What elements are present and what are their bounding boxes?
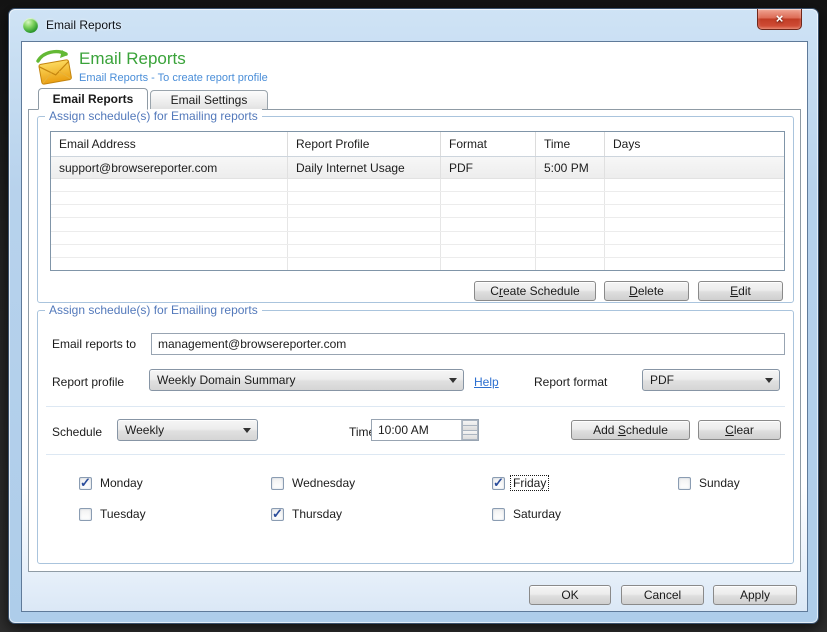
checkbox-icon: ✓ (79, 508, 92, 521)
empty-table-row (51, 245, 784, 258)
checkbox-tuesday[interactable]: ✓ Tuesday (79, 507, 148, 521)
delete-button[interactable]: Delete (604, 281, 689, 301)
col-format[interactable]: Format (441, 132, 536, 156)
tab-email-settings[interactable]: Email Settings (150, 90, 268, 110)
tab-email-reports[interactable]: Email Reports (38, 88, 148, 110)
cell-format: PDF (441, 157, 536, 178)
spinner-buttons[interactable] (461, 420, 478, 440)
email-reports-to-label: Email reports to (52, 337, 136, 351)
schedule-dropdown[interactable]: Weekly (117, 419, 258, 441)
schedule-label: Schedule (52, 425, 102, 439)
report-profile-dropdown[interactable]: Weekly Domain Summary (149, 369, 464, 391)
schedules-table[interactable]: Email Address Report Profile Format Time… (50, 131, 785, 271)
apply-button[interactable]: Apply (713, 585, 797, 605)
checkbox-monday[interactable]: ✓ Monday (79, 476, 145, 490)
checkbox-icon: ✓ (79, 477, 92, 490)
dialog-client-area: Email Reports Email Reports - To create … (21, 41, 808, 612)
checkbox-wednesday[interactable]: ✓ Wednesday (271, 476, 357, 490)
report-format-label: Report format (534, 375, 607, 389)
close-icon: × (776, 11, 784, 26)
section-divider (46, 454, 785, 455)
time-spinner[interactable]: 10:00 AM (371, 419, 479, 441)
checkbox-label: Sunday (697, 476, 742, 490)
checkbox-label: Thursday (290, 507, 344, 521)
col-time[interactable]: Time (536, 132, 605, 156)
title-bar[interactable]: Email Reports × (9, 9, 818, 41)
email-reports-icon (35, 49, 75, 85)
schedule-editor-group-title: Assign schedule(s) for Emailing reports (45, 303, 262, 317)
empty-table-row (51, 192, 784, 205)
empty-table-row (51, 232, 784, 245)
email-reports-dialog: Email Reports × E (8, 8, 819, 624)
desktop-background: Email Reports × E (0, 0, 827, 632)
table-row[interactable]: support@browsereporter.com Daily Interne… (51, 157, 784, 179)
report-profile-value: Weekly Domain Summary (150, 373, 443, 387)
close-button[interactable]: × (757, 9, 802, 30)
chevron-down-icon (443, 378, 463, 383)
chevron-down-icon (237, 428, 257, 433)
empty-table-row (51, 179, 784, 192)
cancel-button[interactable]: Cancel (621, 585, 704, 605)
create-schedule-button[interactable]: Create Schedule (474, 281, 596, 301)
cell-email-address: support@browsereporter.com (51, 157, 288, 178)
schedules-table-header: Email Address Report Profile Format Time… (51, 132, 784, 157)
checkbox-saturday[interactable]: ✓ Saturday (492, 507, 563, 521)
checkbox-label: Saturday (511, 507, 563, 521)
email-reports-tab-page: Assign schedule(s) for Emailing reports … (28, 109, 801, 572)
add-schedule-button[interactable]: Add Schedule (571, 420, 690, 440)
help-link[interactable]: Help (474, 375, 499, 389)
empty-table-row (51, 258, 784, 270)
chevron-down-icon (759, 378, 779, 383)
spin-down-icon[interactable] (462, 430, 478, 441)
report-profile-label: Report profile (52, 375, 124, 389)
schedule-editor-group: Assign schedule(s) for Emailing reports … (37, 310, 794, 564)
app-globe-icon (23, 18, 38, 33)
report-format-value: PDF (643, 373, 759, 387)
col-days[interactable]: Days (605, 132, 784, 156)
checkbox-sunday[interactable]: ✓ Sunday (678, 476, 742, 490)
empty-table-row (51, 218, 784, 231)
check-icon: ✓ (80, 477, 91, 488)
check-icon: ✓ (493, 477, 504, 488)
checkbox-icon: ✓ (678, 477, 691, 490)
ok-button[interactable]: OK (529, 585, 611, 605)
cell-time: 5:00 PM (536, 157, 605, 178)
report-format-dropdown[interactable]: PDF (642, 369, 780, 391)
cell-report-profile: Daily Internet Usage (288, 157, 441, 178)
time-value: 10:00 AM (372, 420, 461, 440)
checkbox-icon: ✓ (271, 477, 284, 490)
col-email-address[interactable]: Email Address (51, 132, 288, 156)
schedules-list-group: Assign schedule(s) for Emailing reports … (37, 116, 794, 303)
edit-button[interactable]: Edit (698, 281, 783, 301)
section-divider (46, 406, 785, 407)
checkbox-icon: ✓ (492, 508, 505, 521)
schedule-value: Weekly (118, 423, 237, 437)
page-title: Email Reports (79, 49, 186, 69)
spin-up-icon[interactable] (462, 420, 478, 430)
checkbox-icon: ✓ (271, 508, 284, 521)
clear-button[interactable]: Clear (698, 420, 781, 440)
cell-days (605, 157, 784, 178)
checkbox-icon: ✓ (492, 477, 505, 490)
email-reports-to-input[interactable] (151, 333, 785, 355)
check-icon: ✓ (272, 508, 283, 519)
checkbox-label: Tuesday (98, 507, 148, 521)
col-report-profile[interactable]: Report Profile (288, 132, 441, 156)
checkbox-label: Wednesday (290, 476, 357, 490)
checkbox-label: Friday (511, 476, 548, 490)
checkbox-friday[interactable]: ✓ Friday (492, 476, 548, 490)
page-subtitle: Email Reports - To create report profile (79, 72, 268, 84)
schedules-list-group-title: Assign schedule(s) for Emailing reports (45, 109, 262, 123)
empty-table-row (51, 205, 784, 218)
checkbox-label: Monday (98, 476, 145, 490)
window-title: Email Reports (46, 18, 121, 32)
checkbox-thursday[interactable]: ✓ Thursday (271, 507, 344, 521)
